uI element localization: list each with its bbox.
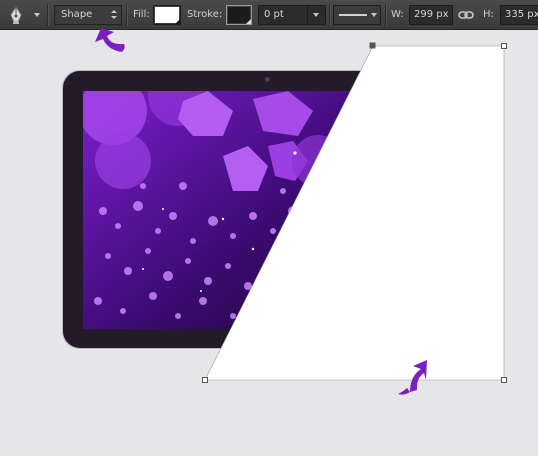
anchor-point-handle[interactable] [202, 377, 208, 383]
anchor-point-handle[interactable] [369, 42, 376, 49]
curved-arrow-icon [95, 28, 125, 52]
shape-overlay [95, 28, 507, 395]
anchor-point-handle[interactable] [501, 377, 507, 383]
white-parallelogram-shape[interactable] [205, 46, 504, 380]
anchor-point-handle[interactable] [501, 43, 507, 49]
